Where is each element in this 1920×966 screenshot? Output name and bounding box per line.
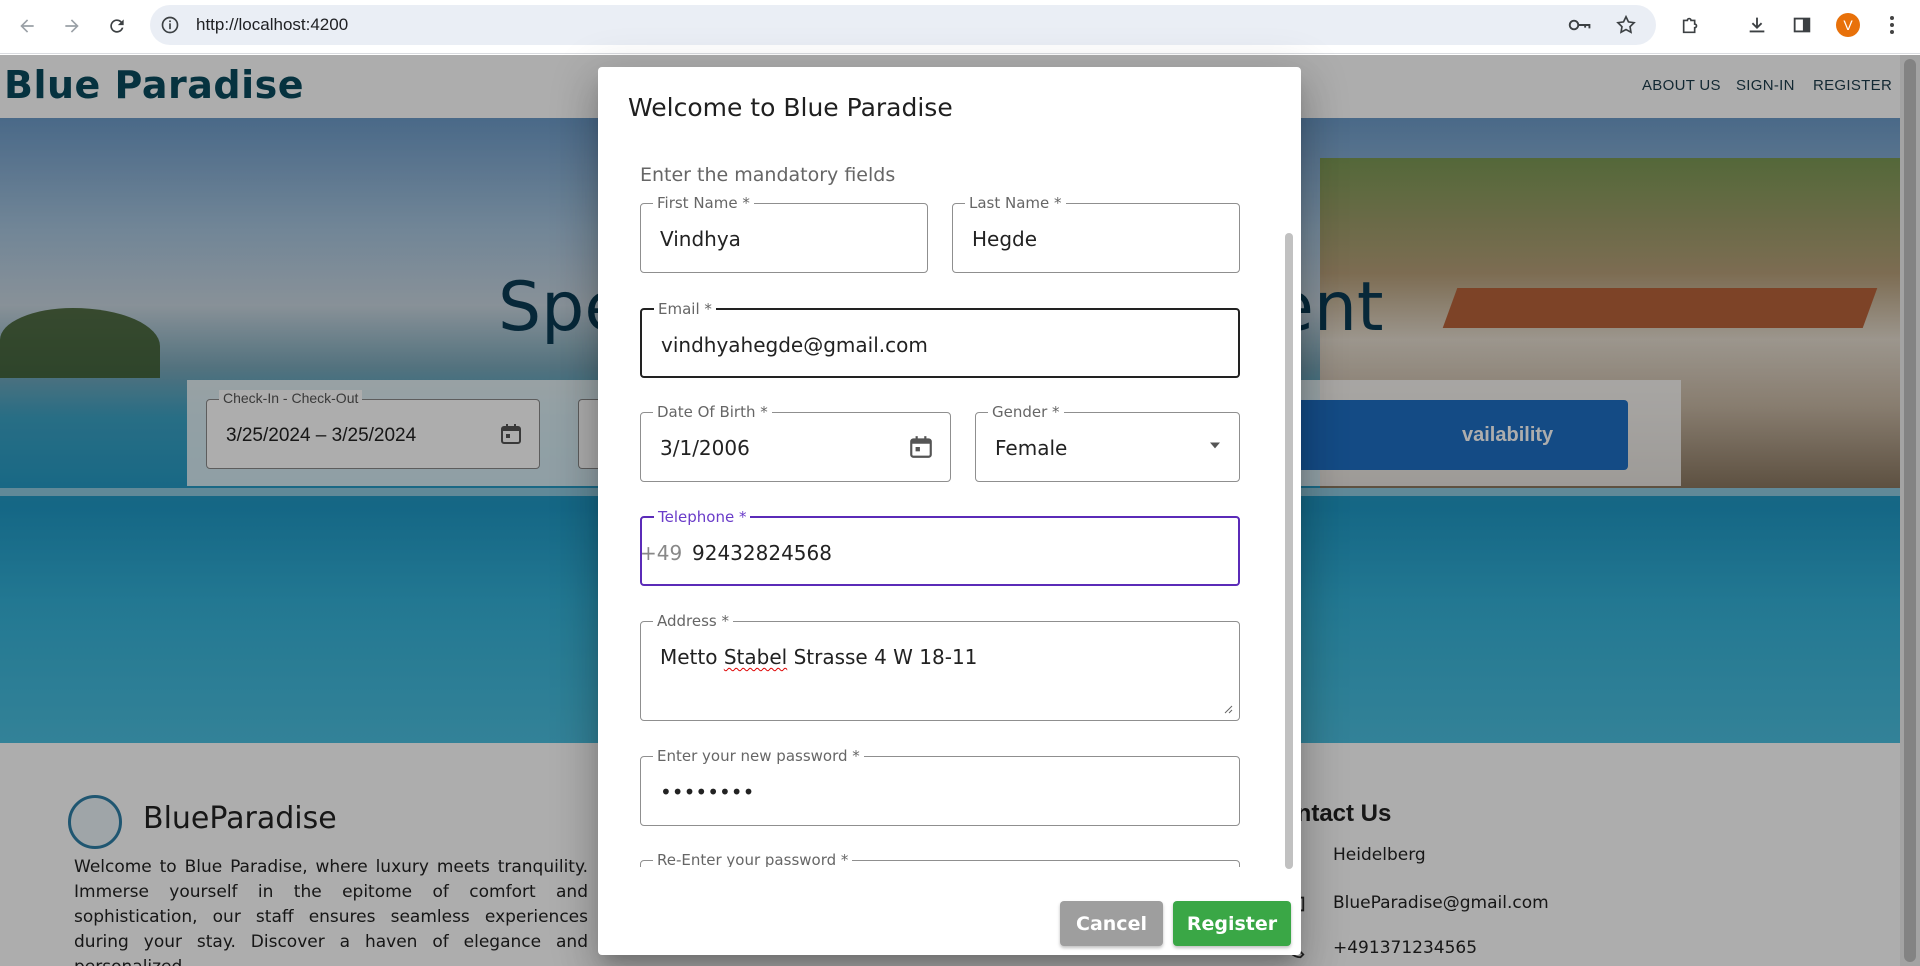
gender-value: Female — [995, 436, 1068, 460]
form-instructions: Enter the mandatory fields — [640, 164, 896, 186]
dropdown-arrow-icon — [1210, 442, 1220, 449]
country-code-prefix: +49 — [640, 541, 683, 565]
downloads-button[interactable] — [1744, 12, 1770, 38]
register-button[interactable]: Register — [1173, 901, 1291, 946]
dialog-scrollbar-thumb[interactable] — [1285, 233, 1293, 869]
new-password-field[interactable]: Enter your new password * •••••••• — [640, 747, 1240, 826]
browser-menu-icon[interactable] — [1882, 12, 1902, 38]
first-name-field[interactable]: First Name * Vindhya — [640, 194, 928, 273]
resize-handle-icon[interactable] — [1223, 704, 1233, 714]
side-panel-icon — [1793, 17, 1811, 33]
last-name-field[interactable]: Last Name * Hegde — [952, 194, 1240, 273]
forward-button[interactable] — [57, 11, 87, 41]
password-key-icon[interactable] — [1568, 15, 1592, 35]
address-label: Address * — [653, 612, 734, 630]
address-bar[interactable]: http://localhost:4200 — [150, 5, 1656, 45]
register-dialog: Welcome to Blue Paradise Enter the manda… — [598, 67, 1301, 955]
email-label: Email * — [654, 300, 716, 318]
date-of-birth-value: 3/1/2006 — [660, 436, 750, 460]
first-name-label: First Name * — [653, 194, 754, 212]
forward-arrow-icon — [65, 19, 79, 33]
reenter-password-label: Re-Enter your password * — [653, 851, 853, 867]
new-password-label: Enter your new password * — [653, 747, 864, 765]
address-word-rest: Strasse 4 W 18-11 — [793, 645, 978, 669]
last-name-value: Hegde — [972, 227, 1038, 251]
telephone-field[interactable]: Telephone * +49 92432824568 — [640, 508, 1240, 586]
last-name-label: Last Name * — [965, 194, 1066, 212]
email-value: vindhyahegde@gmail.com — [661, 333, 928, 357]
date-of-birth-label: Date Of Birth * — [653, 403, 772, 421]
dialog-content: Enter the mandatory fields First Name * … — [598, 67, 1301, 867]
reload-button[interactable] — [102, 11, 132, 41]
telephone-label: Telephone * — [654, 508, 751, 526]
bookmark-star-icon[interactable] — [1615, 14, 1637, 36]
address-word-stabel: Stabel — [723, 645, 788, 669]
profile-avatar[interactable]: V — [1836, 13, 1860, 37]
date-of-birth-field[interactable]: Date Of Birth * 3/1/2006 — [640, 403, 951, 482]
dialog-scrollbar[interactable] — [1283, 225, 1297, 955]
side-panel-button[interactable] — [1789, 12, 1815, 38]
address-word-metto: Metto — [660, 645, 718, 669]
back-button[interactable] — [12, 11, 42, 41]
browser-toolbar: http://localhost:4200 V — [0, 0, 1920, 54]
calendar-icon[interactable] — [908, 434, 934, 460]
gender-select[interactable]: Gender * Female — [975, 403, 1240, 482]
reload-icon — [110, 19, 124, 33]
address-field[interactable]: Address * Metto Stabel Strasse 4 W 18-11 — [640, 612, 1240, 721]
first-name-value: Vindhya — [660, 227, 741, 251]
back-arrow-icon — [20, 19, 34, 33]
telephone-value: 92432824568 — [692, 541, 832, 565]
download-icon — [1749, 17, 1765, 33]
address-value: Metto Stabel Strasse 4 W 18-11 — [660, 645, 977, 669]
site-info-icon[interactable] — [160, 15, 180, 35]
reenter-password-field[interactable]: Re-Enter your password * — [640, 851, 1240, 867]
cancel-button[interactable]: Cancel — [1060, 901, 1163, 946]
extensions-button[interactable] — [1678, 12, 1704, 38]
url-text: http://localhost:4200 — [196, 15, 349, 34]
email-field[interactable]: Email * vindhyahegde@gmail.com — [640, 300, 1240, 378]
gender-label: Gender * — [988, 403, 1064, 421]
new-password-value: •••••••• — [660, 780, 755, 804]
puzzle-icon — [1682, 17, 1698, 34]
